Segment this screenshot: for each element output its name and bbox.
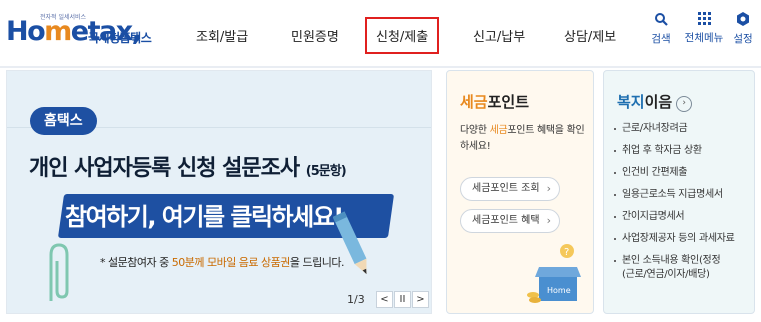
settings-button[interactable]: 설정 bbox=[726, 12, 760, 46]
tax-point-desc-a: 다양한 bbox=[460, 125, 490, 136]
banner-note-prefix: * 설문참여자 중 bbox=[100, 256, 172, 269]
banner-badge: 홈택스 bbox=[30, 107, 97, 135]
welfare-title-b: 이음 bbox=[644, 93, 673, 111]
banner-note: * 설문참여자 중 50분께 모바일 음료 상품권을 드립니다. bbox=[100, 254, 345, 270]
welfare-item-daily-wage[interactable]: 일용근로소득 지급명세서 bbox=[614, 189, 735, 201]
welfare-card: 복지이음 › 근로/자녀장려금 취업 후 학자금 상환 인건비 간편제출 일용근로… bbox=[603, 70, 755, 314]
nav-report-pay[interactable]: 신고/납부 bbox=[473, 26, 525, 45]
chevron-right-icon: › bbox=[546, 182, 551, 195]
banner-title-text: 개인 사업자등록 신청 설문조사 bbox=[29, 156, 300, 181]
chevron-right-icon: › bbox=[546, 214, 551, 227]
banner-note-highlight: 50분께 모바일 음료 상품권 bbox=[171, 256, 291, 269]
welfare-item-student-loan[interactable]: 취업 후 학자금 상환 bbox=[614, 145, 735, 157]
nav-inquiry-issue[interactable]: 조회/발급 bbox=[196, 26, 248, 45]
welfare-title-a: 복지 bbox=[617, 93, 645, 111]
pager-pause-button[interactable]: II bbox=[394, 291, 411, 308]
hometax-logo[interactable]: 전자적 일세서비스 Hometax, 국세청홈택스 bbox=[6, 12, 156, 52]
banner-title: 개인 사업자등록 신청 설문조사 (5문항) bbox=[29, 150, 347, 182]
pager-next-button[interactable]: > bbox=[412, 291, 429, 308]
welfare-item-labor-cost[interactable]: 인건비 간편제출 bbox=[614, 167, 735, 179]
circle-arrow-right-icon[interactable]: › bbox=[676, 96, 693, 112]
all-menu-button[interactable]: 전체메뉴 bbox=[684, 12, 724, 45]
header: 전자적 일세서비스 Hometax, 국세청홈택스 조회/발급 민원증명 신청/… bbox=[0, 0, 761, 66]
gear-icon bbox=[737, 12, 749, 26]
all-menu-label: 전체메뉴 bbox=[684, 32, 724, 44]
pager-count: 1/3 bbox=[347, 293, 365, 306]
welfare-item-simple-payment[interactable]: 간이지급명세서 bbox=[614, 211, 735, 223]
search-button[interactable]: 검색 bbox=[641, 12, 681, 46]
welfare-item-income-check-detail: (근로/연금/이자/배당) bbox=[622, 269, 710, 280]
banner-cta-button[interactable]: 참여하기, 여기를 클릭하세요! bbox=[65, 197, 344, 232]
tax-point-benefit-label: 세금포인트 혜택 bbox=[472, 215, 540, 226]
header-divider bbox=[0, 66, 761, 68]
tax-point-desc-highlight: 세금 bbox=[489, 125, 508, 136]
tax-point-inquiry-button[interactable]: 세금포인트 조회 › bbox=[460, 177, 560, 201]
tax-point-card: 세금포인트 다양한 세금포인트 혜택을 확인하세요! 세금포인트 조회 › 세금포… bbox=[446, 70, 594, 314]
tax-point-title-a: 세금 bbox=[460, 93, 488, 111]
welfare-list: 근로/자녀장려금 취업 후 학자금 상환 인건비 간편제출 일용근로소득 지급명… bbox=[614, 123, 735, 291]
grid-menu-icon bbox=[697, 12, 711, 25]
gift-box-illustration: ? Home bbox=[527, 244, 581, 303]
pencil-icon bbox=[333, 211, 367, 275]
nav-apply-submit[interactable]: 신청/제출 bbox=[364, 17, 440, 54]
tax-point-inquiry-label: 세금포인트 조회 bbox=[472, 183, 540, 194]
tax-point-title: 세금포인트 bbox=[460, 91, 529, 112]
search-icon bbox=[655, 13, 668, 26]
svg-text:?: ? bbox=[564, 247, 569, 258]
welfare-item-earned-income-credit[interactable]: 근로/자녀장려금 bbox=[614, 123, 735, 135]
pager-prev-button[interactable]: < bbox=[376, 291, 393, 308]
tax-point-description: 다양한 세금포인트 혜택을 확인하세요! bbox=[460, 123, 588, 155]
banner-title-suffix: (5문항) bbox=[305, 164, 347, 179]
welfare-item-business-premises[interactable]: 사업장제공자 등의 과세자료 bbox=[614, 233, 735, 245]
banner-pager: 1/3 < II > bbox=[341, 289, 431, 311]
tax-point-title-b: 포인트 bbox=[487, 93, 530, 111]
box-label: Home bbox=[547, 286, 571, 295]
tax-point-benefit-button[interactable]: 세금포인트 혜택 › bbox=[460, 209, 560, 233]
paperclip-icon bbox=[49, 243, 69, 301]
welfare-item-income-check[interactable]: 본인 소득내용 확인(정정 bbox=[614, 255, 735, 267]
nav-civil-certificate[interactable]: 민원증명 bbox=[291, 26, 339, 45]
settings-label: 설정 bbox=[733, 33, 753, 45]
welfare-title[interactable]: 복지이음 › bbox=[617, 91, 693, 112]
survey-banner[interactable]: 홈택스 개인 사업자등록 신청 설문조사 (5문항) 참여하기, 여기를 클릭하… bbox=[6, 70, 432, 314]
search-label: 검색 bbox=[651, 33, 671, 45]
nav-consult-report[interactable]: 상담/제보 bbox=[564, 26, 616, 45]
logo-subtitle: 국세청홈택스 bbox=[88, 31, 152, 45]
